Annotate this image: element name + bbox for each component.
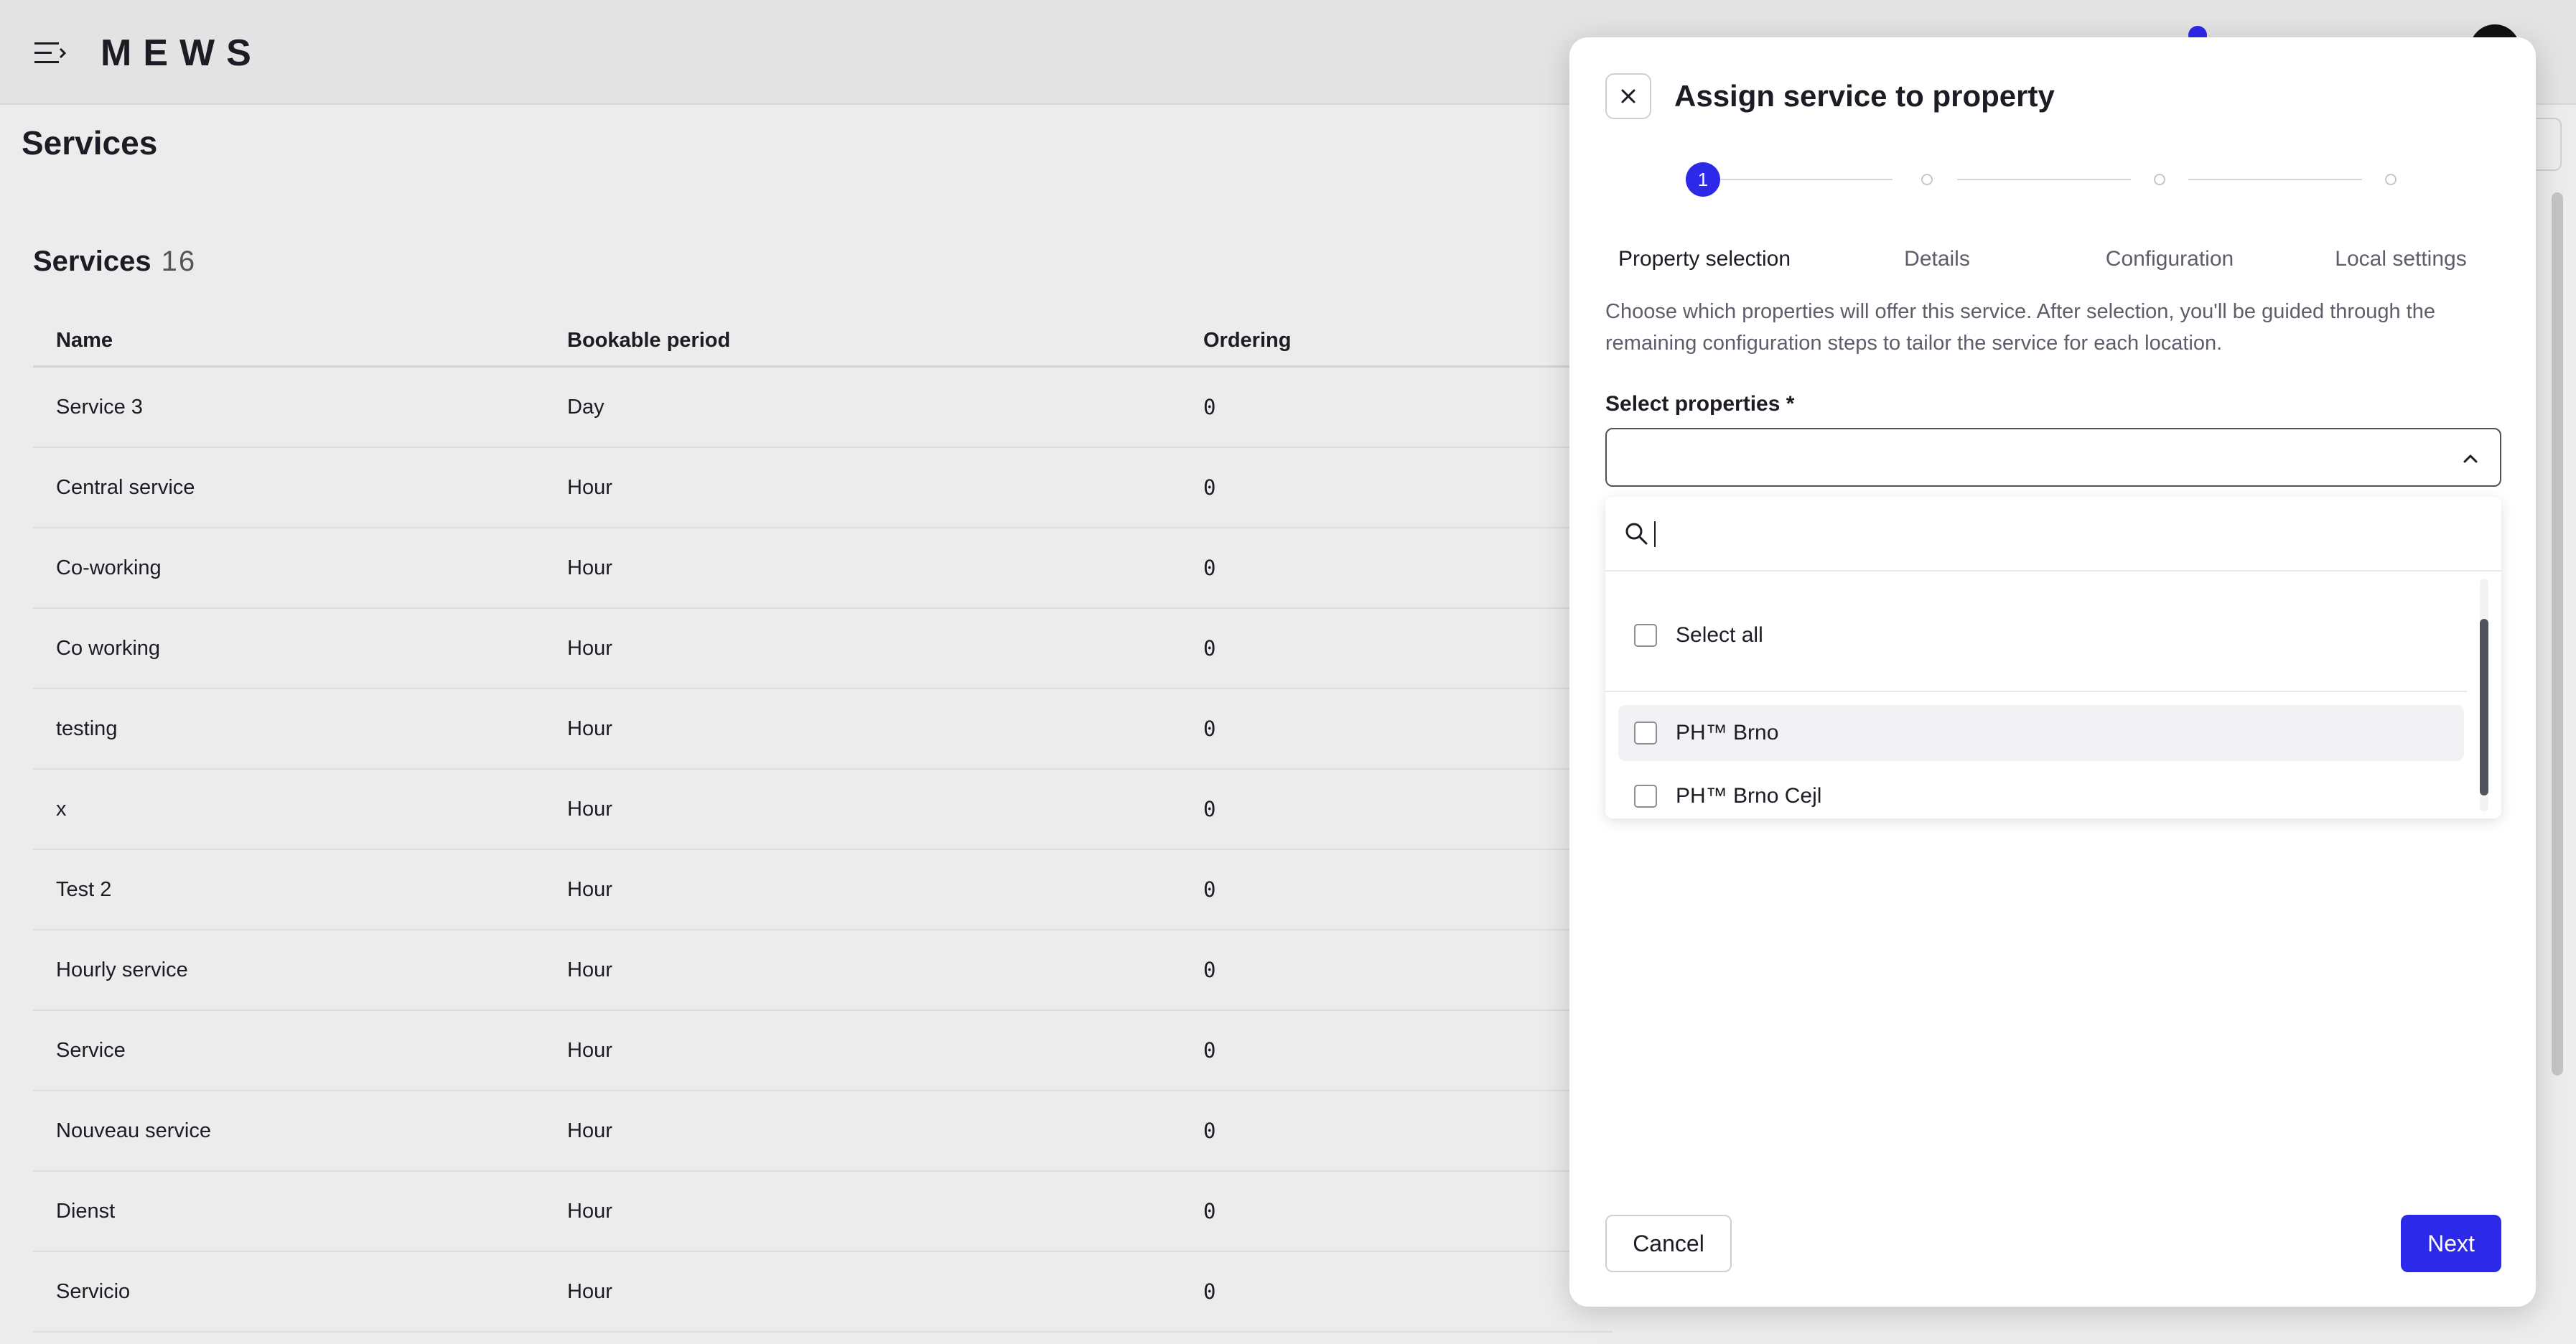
cell-bookable-period: Day (567, 395, 605, 419)
cell-bookable-period: Hour (567, 1119, 612, 1142)
cell-name: Hourly service (56, 958, 188, 981)
step-label-configuration: Configuration (2105, 247, 2234, 271)
cell-ordering: 0 (1203, 717, 1216, 741)
step-2-indicator (1921, 174, 1933, 185)
dropdown-search (1605, 497, 2501, 571)
step-label-details: Details (1904, 247, 1970, 271)
table-row[interactable]: Co working Hour 0 (33, 609, 1613, 689)
checkbox[interactable] (1634, 624, 1657, 647)
chevron-up-icon (2463, 454, 2478, 463)
mews-logo[interactable]: MEWS (101, 32, 263, 75)
cell-bookable-period: Hour (567, 1199, 612, 1223)
search-icon (1625, 523, 1648, 545)
cell-name: Co working (56, 636, 161, 660)
stepper: 1 Property selection Details Configurati… (1569, 162, 2536, 271)
cell-ordering: 0 (1203, 1199, 1216, 1223)
option-label: PH™ Brno (1676, 721, 1779, 745)
modal-title: Assign service to property (1674, 79, 2055, 113)
checkbox[interactable] (1634, 722, 1657, 745)
modal-description: Choose which properties will offer this … (1605, 300, 2435, 355)
cell-bookable-period: Hour (567, 877, 612, 901)
table-row[interactable]: x Hour 0 (33, 770, 1613, 850)
close-icon (1621, 89, 1635, 103)
table-row[interactable]: Test 2 Hour 0 (33, 850, 1613, 930)
cell-ordering: 0 (1203, 958, 1216, 982)
option-ph-brno-cejl[interactable]: PH™ Brno Cejl (1618, 768, 2464, 818)
cell-bookable-period: Hour (567, 717, 612, 740)
table-row[interactable]: Service 3 Day 0 (33, 368, 1613, 448)
step-1-indicator: 1 (1686, 162, 1720, 197)
services-section-title: Services 16 (33, 246, 196, 278)
close-button[interactable] (1605, 73, 1651, 119)
step-4-indicator (2385, 174, 2397, 185)
option-label: PH™ Brno Cejl (1676, 784, 1822, 808)
checkbox[interactable] (1634, 785, 1657, 808)
table-row[interactable]: Nouveau service Hour 0 (33, 1091, 1613, 1172)
next-button[interactable]: Next (2401, 1215, 2501, 1272)
cell-ordering: 0 (1203, 475, 1216, 500)
table-row[interactable]: Dienst Hour 0 (33, 1172, 1613, 1252)
services-count: 16 (161, 246, 197, 277)
table-header: Name Bookable period Ordering (33, 316, 1613, 368)
menu-icon[interactable] (34, 40, 66, 66)
column-header-name[interactable]: Name (56, 329, 113, 353)
table-body: Service 3 Day 0 Central service Hour 0 Co-work… (33, 368, 1613, 1333)
cell-bookable-period: Hour (567, 556, 612, 579)
services-table: Name Bookable period Ordering Service 3 D… (33, 316, 1613, 1333)
cell-name: Servicio (56, 1279, 131, 1303)
table-row[interactable]: Central service Hour 0 (33, 448, 1613, 528)
cell-bookable-period: Hour (567, 1279, 612, 1303)
table-row[interactable]: Servicio Hour 0 (33, 1252, 1613, 1333)
cancel-button[interactable]: Cancel (1605, 1215, 1732, 1272)
column-header-ordering[interactable]: Ordering (1203, 329, 1291, 353)
cell-ordering: 0 (1203, 1279, 1216, 1304)
cell-bookable-period: Hour (567, 958, 612, 981)
step-label-local-settings: Local settings (2335, 247, 2467, 271)
table-row[interactable]: Co-working Hour 0 (33, 528, 1613, 609)
step-connector (1713, 179, 1893, 180)
table-row[interactable]: testing Hour 0 (33, 689, 1613, 770)
cell-name: Test 2 (56, 877, 112, 901)
column-header-bookable-period[interactable]: Bookable period (567, 329, 730, 353)
select-properties-dropdown[interactable] (1605, 428, 2501, 487)
cell-ordering: 0 (1203, 1119, 1216, 1143)
cell-ordering: 0 (1203, 556, 1216, 580)
cell-name: Central service (56, 475, 195, 499)
properties-dropdown-menu: Select all PH™ Brno PH™ Brno Cejl (1605, 497, 2501, 818)
cell-bookable-period: Hour (567, 1038, 612, 1062)
cell-name: Service 3 (56, 395, 143, 419)
search-input[interactable] (1653, 511, 2442, 557)
cell-bookable-period: Hour (567, 797, 612, 821)
text-caret (1654, 521, 1656, 547)
cell-name: testing (56, 717, 118, 740)
step-connector (1957, 179, 2131, 180)
table-row[interactable]: Hourly service Hour 0 (33, 930, 1613, 1011)
option-label: Select all (1676, 623, 1763, 647)
cell-name: Service (56, 1038, 126, 1062)
select-properties-label: Select properties * (1605, 392, 1795, 416)
page-scrollbar[interactable] (2552, 192, 2563, 1075)
services-title: Services (33, 246, 151, 277)
step-connector (2188, 179, 2362, 180)
cell-ordering: 0 (1203, 797, 1216, 821)
cell-name: Nouveau service (56, 1119, 211, 1142)
dropdown-divider (1605, 691, 2467, 692)
step-label-property-selection: Property selection (1618, 247, 1791, 271)
table-row[interactable]: Service Hour 0 (33, 1011, 1613, 1091)
cell-name: Co-working (56, 556, 162, 579)
step-3-indicator (2154, 174, 2165, 185)
cell-name: x (56, 797, 67, 821)
cell-ordering: 0 (1203, 636, 1216, 661)
option-ph-brno[interactable]: PH™ Brno (1618, 705, 2464, 761)
cell-bookable-period: Hour (567, 475, 612, 499)
assign-service-modal: Assign service to property 1 Property se… (1569, 37, 2536, 1307)
cell-ordering: 0 (1203, 1038, 1216, 1063)
cell-ordering: 0 (1203, 877, 1216, 902)
page-title: Services (22, 124, 158, 162)
option-select-all[interactable]: Select all (1618, 607, 2464, 663)
cell-name: Dienst (56, 1199, 116, 1223)
cell-bookable-period: Hour (567, 636, 612, 660)
dropdown-scrollbar-thumb[interactable] (2480, 619, 2488, 795)
cell-ordering: 0 (1203, 395, 1216, 419)
